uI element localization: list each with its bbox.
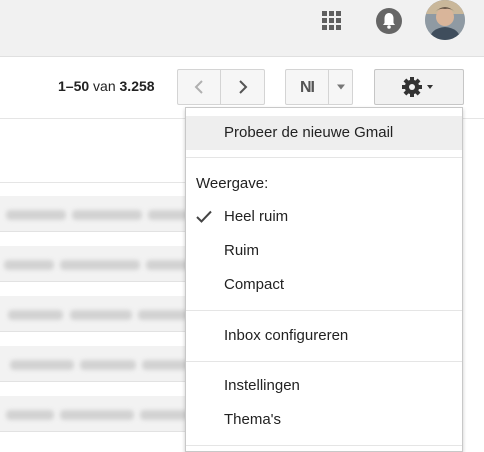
pager-total: 3.258 <box>119 78 155 94</box>
menu-item-label: Compact <box>224 276 285 293</box>
divider <box>0 182 190 183</box>
list-item[interactable] <box>0 196 190 232</box>
chevron-right-icon <box>238 80 247 94</box>
avatar[interactable] <box>425 0 465 40</box>
menu-item-try-new-gmail[interactable]: Probeer de nieuwe Gmail <box>186 116 462 150</box>
input-tools-label: NI <box>300 79 315 96</box>
menu-item-density-cozy[interactable]: Ruim <box>186 234 462 268</box>
menu-divider <box>186 157 462 158</box>
menu-item-settings[interactable]: Instellingen <box>186 369 462 403</box>
list-item[interactable] <box>0 346 190 382</box>
pager-range: 1–50 <box>58 78 90 94</box>
newer-button[interactable] <box>177 69 221 105</box>
menu-divider <box>186 445 462 446</box>
menu-item-density-compact[interactable]: Compact <box>186 268 462 302</box>
settings-menu: Probeer de nieuwe Gmail Weergave: Heel r… <box>185 107 463 452</box>
menu-item-themes[interactable]: Thema's <box>186 403 462 437</box>
menu-item-configure-inbox[interactable]: Inbox configureren <box>186 319 462 353</box>
pagination-text: 1–50 van 3.258 <box>58 78 155 94</box>
display-density-heading: Weergave: <box>196 175 269 192</box>
menu-divider <box>186 361 462 362</box>
menu-item-density-comfortable[interactable]: Heel ruim <box>186 200 462 234</box>
caret-down-icon <box>336 84 345 90</box>
menu-divider <box>186 310 462 311</box>
list-item[interactable] <box>0 296 190 332</box>
older-button[interactable] <box>220 69 265 105</box>
input-tools-button[interactable]: NI <box>285 69 329 105</box>
inbox-list <box>0 120 190 448</box>
settings-button[interactable] <box>374 69 464 105</box>
bell-icon[interactable] <box>376 8 402 34</box>
gear-icon <box>402 77 433 97</box>
menu-item-label: Ruim <box>224 242 260 259</box>
pager-of: van <box>93 78 116 94</box>
top-bar <box>0 0 484 57</box>
chevron-left-icon <box>194 80 203 94</box>
menu-item-label: Heel ruim <box>224 208 289 225</box>
list-item[interactable] <box>0 396 190 432</box>
list-item[interactable] <box>0 246 190 282</box>
input-tools-dropdown[interactable] <box>328 69 353 105</box>
checkmark-icon <box>196 210 212 223</box>
apps-grid-icon[interactable] <box>322 11 342 31</box>
